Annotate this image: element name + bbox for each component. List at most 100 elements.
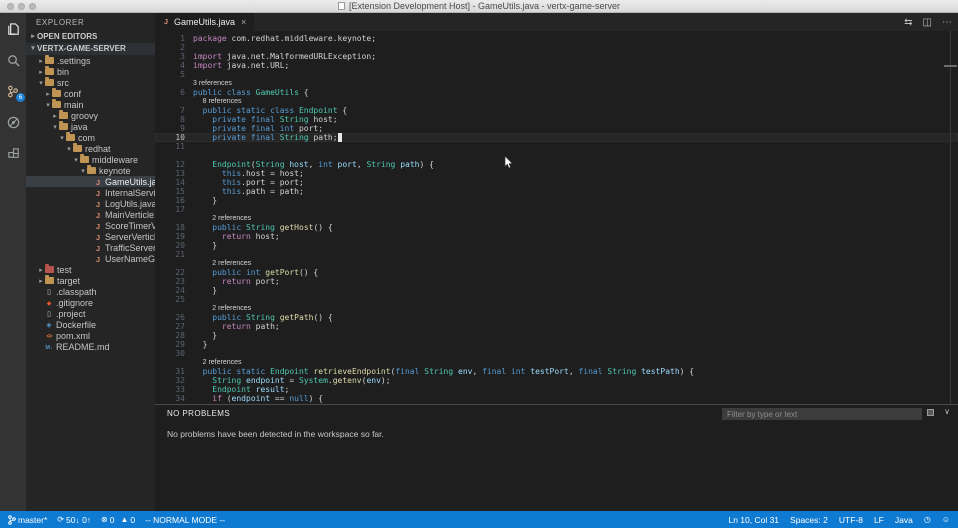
explorer-icon[interactable]: [4, 20, 22, 38]
code-line-29[interactable]: 29 }: [155, 340, 958, 349]
tree-folder-com[interactable]: ▾ com: [26, 132, 155, 143]
code-line-16[interactable]: 16 }: [155, 196, 958, 205]
encoding-status[interactable]: UTF-8: [839, 515, 863, 525]
code-line-18[interactable]: 18 public String getHost() {: [155, 223, 958, 232]
code-line-27[interactable]: 27 return path;: [155, 322, 958, 331]
traffic-lights[interactable]: [7, 3, 36, 10]
tree-folder-middleware[interactable]: ▾ middleware: [26, 154, 155, 165]
code-line-24[interactable]: 24 }: [155, 286, 958, 295]
tree-file-logutils-java[interactable]: J LogUtils.java: [26, 198, 155, 209]
code-line-22[interactable]: 22 public int getPort() {: [155, 268, 958, 277]
tree-file-mainverticle-java[interactable]: J MainVerticle.java: [26, 209, 155, 220]
open-editors-section[interactable]: ▸ OPEN EDITORS: [26, 31, 155, 43]
code-line-9[interactable]: 9 private final int port;: [155, 124, 958, 133]
code-line-14[interactable]: 14 this.port = port;: [155, 178, 958, 187]
tree-folder-src[interactable]: ▾ src: [26, 77, 155, 88]
tree-file-usernamegenerat-[interactable]: J UserNameGenerat...: [26, 253, 155, 264]
tree-folder-main[interactable]: ▾ main: [26, 99, 155, 110]
code-line-6[interactable]: 6 public class GameUtils {: [155, 88, 958, 97]
tab-gameutils[interactable]: J GameUtils.java ×: [155, 13, 255, 31]
code-line-19[interactable]: 19 return host;: [155, 232, 958, 241]
code-line-34[interactable]: 34 if (endpoint == null) {: [155, 394, 958, 403]
code-line-23[interactable]: 23 return port;: [155, 277, 958, 286]
git-branch-status[interactable]: master*: [8, 515, 47, 525]
tree-file--project[interactable]: ▯ .project: [26, 308, 155, 319]
split-editor-icon[interactable]: ◫: [923, 17, 932, 28]
tree-folder--settings[interactable]: ▸ .settings: [26, 55, 155, 66]
code-line-5[interactable]: 5: [155, 70, 958, 79]
code-line-1[interactable]: 1 package com.redhat.middleware.keynote;: [155, 34, 958, 43]
tree-file-pom-xml[interactable]: <> pom.xml: [26, 330, 155, 341]
tree-file-serververticle-java[interactable]: J ServerVerticle.java: [26, 231, 155, 242]
zoom-window-icon[interactable]: [29, 3, 36, 10]
clock-icon[interactable]: ◷: [924, 515, 931, 524]
code-line-30[interactable]: 30: [155, 349, 958, 358]
problems-filter-input[interactable]: [722, 408, 922, 420]
tree-folder-target[interactable]: ▸ target: [26, 275, 155, 286]
panel-maximize-icon[interactable]: [927, 408, 935, 416]
problems-status[interactable]: ⊗ 0 ▲ 0: [101, 515, 135, 525]
code-line-26[interactable]: 26 public String getPath() {: [155, 313, 958, 322]
code-line-12[interactable]: 12 Endpoint(String host, int port, Strin…: [155, 160, 958, 169]
line-number: 18: [175, 223, 185, 232]
tree-file-readme-md[interactable]: M↓ README.md: [26, 341, 155, 352]
code-line-10[interactable]: 10 private final String path;: [155, 133, 958, 142]
code-line-8[interactable]: 8 private final String host;: [155, 115, 958, 124]
code-line-20[interactable]: 20 }: [155, 241, 958, 250]
search-icon[interactable]: [4, 51, 22, 69]
tree-folder-java[interactable]: ▾ java: [26, 121, 155, 132]
feedback-smiley-icon[interactable]: ☺: [942, 515, 950, 524]
code-line-4[interactable]: 4 import java.net.URL;: [155, 61, 958, 70]
code-line-2[interactable]: 2: [155, 43, 958, 52]
code-line-32[interactable]: 32 String endpoint = System.getenv(env);: [155, 376, 958, 385]
tree-file-dockerfile[interactable]: ◈ Dockerfile: [26, 319, 155, 330]
tree-folder-groovy[interactable]: ▸ groovy: [26, 110, 155, 121]
tree-file--gitignore[interactable]: ◆ .gitignore: [26, 297, 155, 308]
tree-file-internalservicever-[interactable]: J InternalServiceVer...: [26, 187, 155, 198]
code-line-33[interactable]: 33 Endpoint result;: [155, 385, 958, 394]
source-control-icon[interactable]: 6: [4, 82, 25, 102]
tree-folder-conf[interactable]: ▸ conf: [26, 88, 155, 99]
code-line-25[interactable]: 25: [155, 295, 958, 304]
tree-file-scoretimerverticl-[interactable]: J ScoreTimerVerticl...: [26, 220, 155, 231]
code-line-31[interactable]: 31 public static Endpoint retrieveEndpoi…: [155, 367, 958, 376]
eol-status[interactable]: LF: [874, 515, 884, 525]
tree-folder-keynote[interactable]: ▾ keynote: [26, 165, 155, 176]
close-tab-icon[interactable]: ×: [241, 17, 246, 27]
tree-file-gameutils-java[interactable]: J GameUtils.java: [26, 176, 155, 187]
code-line-28[interactable]: 28 }: [155, 331, 958, 340]
language-mode-status[interactable]: Java: [895, 515, 913, 525]
close-window-icon[interactable]: [7, 3, 14, 10]
tree-file-trafficserververti-[interactable]: J TrafficServerVerti...: [26, 242, 155, 253]
indentation-status[interactable]: Spaces: 2: [790, 515, 828, 525]
code-line-15[interactable]: 15 this.path = path;: [155, 187, 958, 196]
tree-folder-bin[interactable]: ▸ bin: [26, 66, 155, 77]
text-cursor: [337, 133, 343, 142]
panel-tab-problems[interactable]: NO PROBLEMS: [167, 409, 230, 418]
chevron-down-icon: ▾: [67, 145, 71, 153]
root-folder-section[interactable]: ▾ VERTX-GAME-SERVER: [26, 43, 155, 55]
code-line-17[interactable]: 17: [155, 205, 958, 214]
extensions-icon[interactable]: [4, 144, 22, 162]
editor-scrollbar[interactable]: [950, 31, 951, 404]
debug-icon[interactable]: [4, 113, 22, 131]
code-line-3[interactable]: 3 import java.net.MalformedURLException;: [155, 52, 958, 61]
sync-status[interactable]: ⟳ 50↓ 0↑: [57, 515, 91, 525]
more-actions-icon[interactable]: ⋯: [942, 17, 952, 28]
tree-folder-test[interactable]: ▸ test: [26, 264, 155, 275]
folder-icon: [45, 275, 54, 286]
hide-panel-chevron-icon[interactable]: ∨: [944, 408, 950, 416]
code-line-21[interactable]: 21: [155, 250, 958, 259]
code-line-13[interactable]: 13 this.host = host;: [155, 169, 958, 178]
java-file-icon: J: [95, 221, 101, 231]
tree-folder-redhat[interactable]: ▾ redhat: [26, 143, 155, 154]
cursor-position[interactable]: Ln 10, Col 31: [728, 515, 779, 525]
open-changes-icon[interactable]: ⇆: [904, 17, 912, 28]
minimize-window-icon[interactable]: [18, 3, 25, 10]
chevron-down-icon: ▾: [39, 79, 43, 87]
code-editor[interactable]: 1 package com.redhat.middleware.keynote; 2…: [155, 31, 958, 404]
code-line-7[interactable]: 7 public static class Endpoint {: [155, 106, 958, 115]
mouse-cursor: [504, 155, 514, 174]
tree-file--classpath[interactable]: ▯ .classpath: [26, 286, 155, 297]
code-line-11[interactable]: 11: [155, 142, 958, 151]
